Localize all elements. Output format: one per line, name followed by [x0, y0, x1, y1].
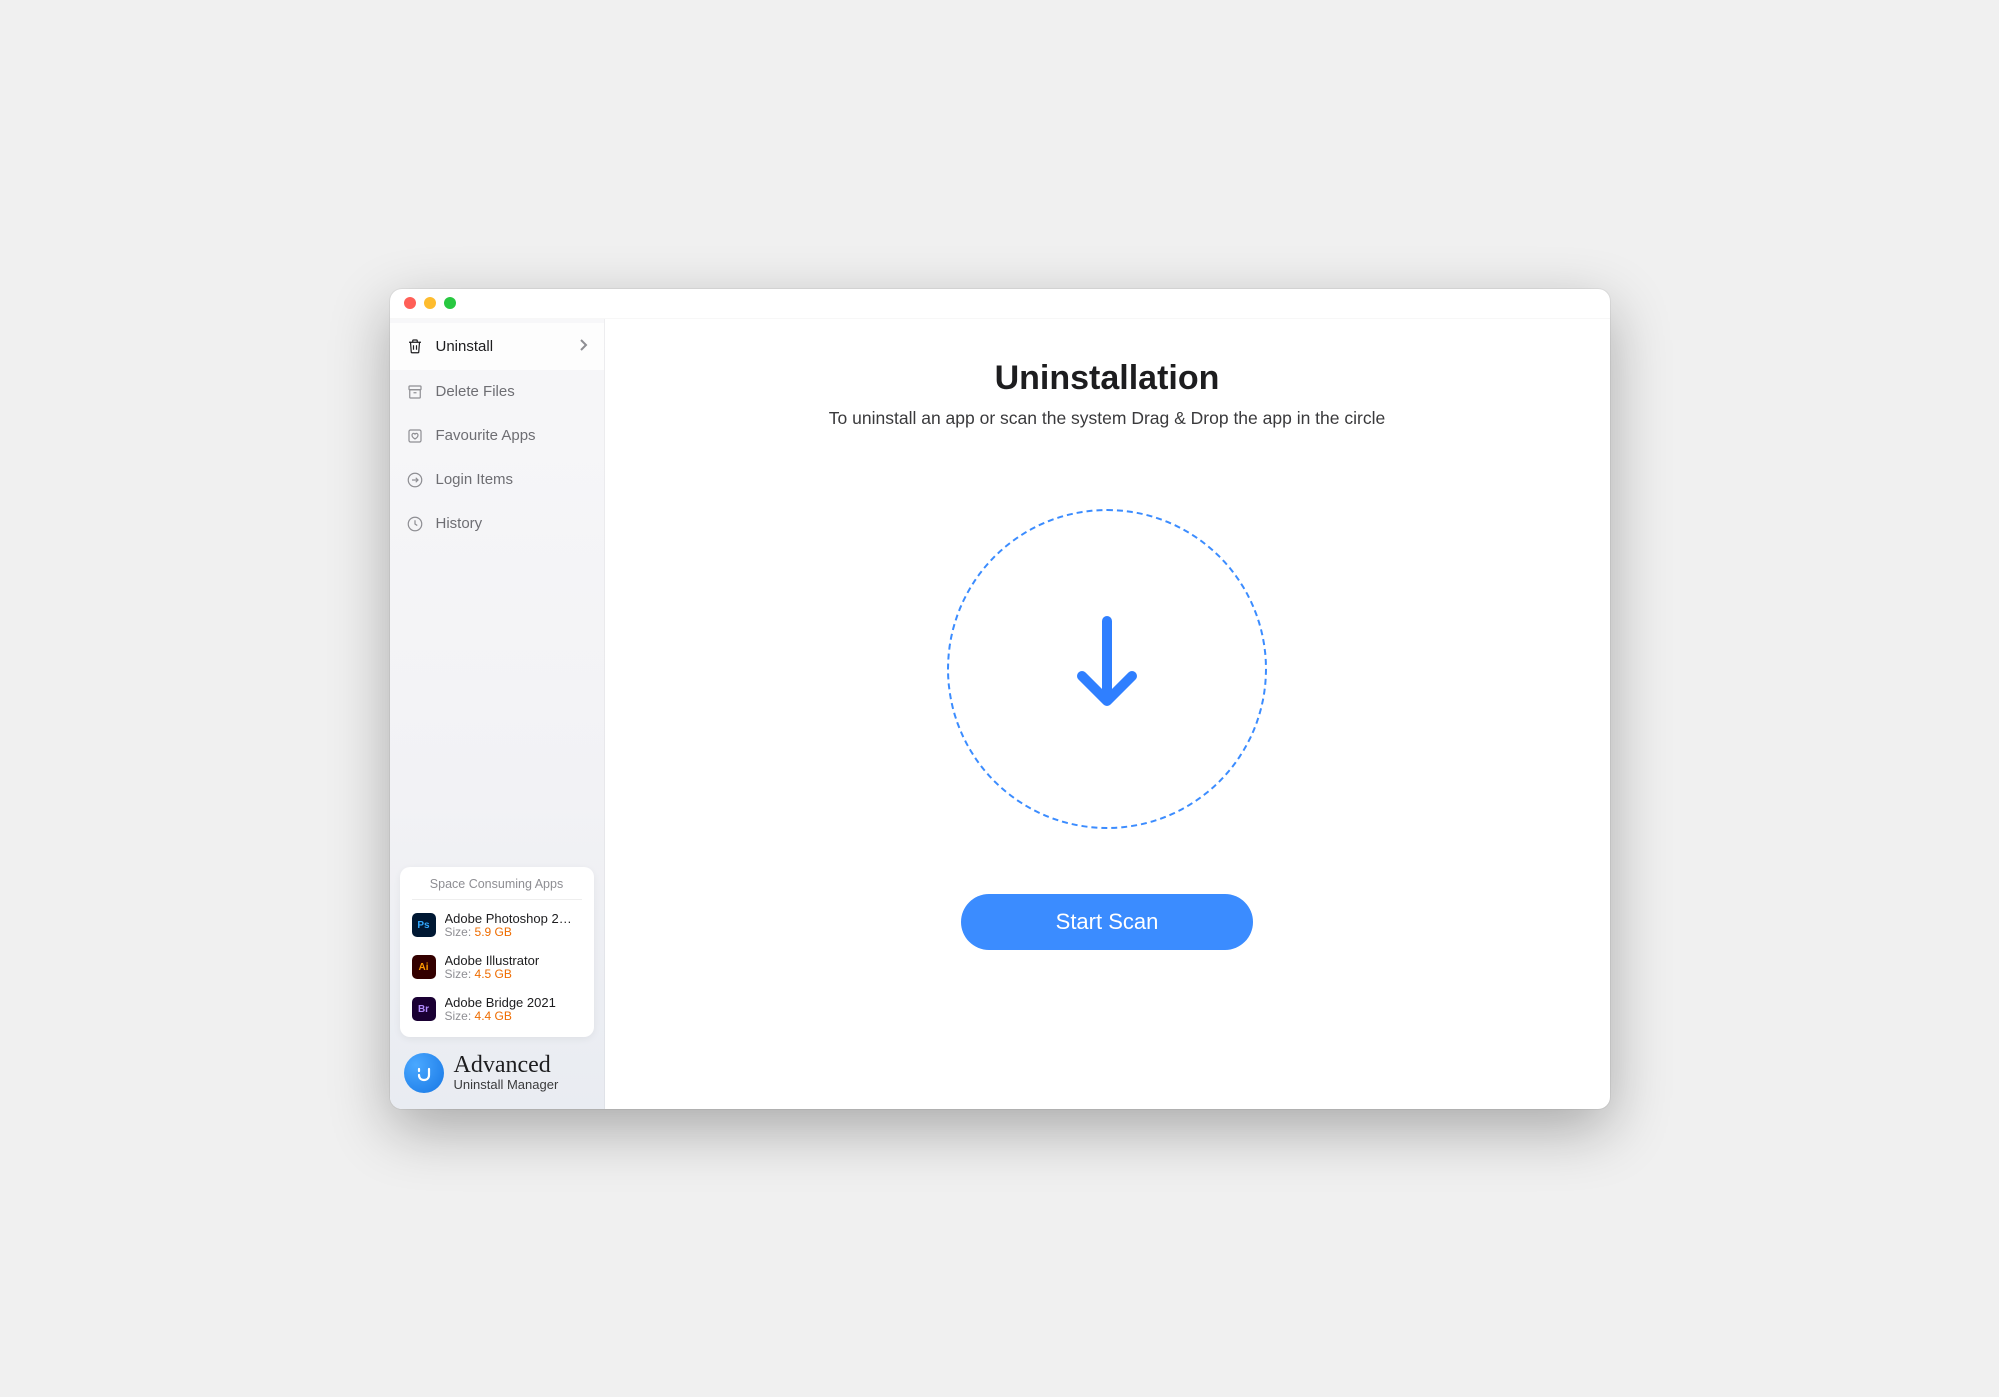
app-row-photoshop[interactable]: Ps Adobe Photoshop 2… Size: 5.9 GB: [412, 904, 582, 946]
arrow-down-icon: [1067, 611, 1147, 726]
app-name: Adobe Photoshop 2…: [445, 911, 582, 926]
brand-main: Advanced: [454, 1053, 559, 1078]
app-size: Size: 4.4 GB: [445, 1010, 582, 1023]
card-title: Space Consuming Apps: [412, 877, 582, 900]
trash-icon: [406, 337, 424, 355]
sidebar-item-label: Delete Files: [436, 383, 588, 400]
sidebar-nav: Uninstall Delete Files: [390, 319, 604, 550]
app-info: Adobe Photoshop 2… Size: 5.9 GB: [445, 911, 582, 939]
sidebar-item-label: Favourite Apps: [436, 427, 588, 444]
page-title: Uninstallation: [995, 359, 1220, 398]
drop-zone[interactable]: [947, 509, 1267, 829]
space-consuming-card: Space Consuming Apps Ps Adobe Photoshop …: [400, 867, 594, 1037]
chevron-right-icon: [578, 336, 588, 357]
start-scan-button[interactable]: Start Scan: [961, 894, 1254, 950]
sidebar-item-uninstall[interactable]: Uninstall: [390, 323, 604, 370]
brand-logo-icon: [404, 1053, 444, 1093]
app-size: Size: 5.9 GB: [445, 926, 582, 939]
login-arrow-icon: [406, 471, 424, 489]
archive-icon: [406, 383, 424, 401]
titlebar: [390, 289, 1610, 319]
sidebar-item-label: Login Items: [436, 471, 588, 488]
sidebar-item-label: History: [436, 515, 588, 532]
app-size: Size: 4.5 GB: [445, 968, 582, 981]
heart-box-icon: [406, 427, 424, 445]
app-info: Adobe Bridge 2021 Size: 4.4 GB: [445, 995, 582, 1023]
branding: Advanced Uninstall Manager: [390, 1043, 604, 1109]
app-info: Adobe Illustrator Size: 4.5 GB: [445, 953, 582, 981]
close-button[interactable]: [404, 297, 416, 309]
minimize-button[interactable]: [424, 297, 436, 309]
maximize-button[interactable]: [444, 297, 456, 309]
page-subtitle: To uninstall an app or scan the system D…: [829, 408, 1385, 429]
window-body: Uninstall Delete Files: [390, 319, 1610, 1109]
app-row-illustrator[interactable]: Ai Adobe Illustrator Size: 4.5 GB: [412, 946, 582, 988]
brand-text: Advanced Uninstall Manager: [454, 1053, 559, 1092]
sidebar-item-login-items[interactable]: Login Items: [390, 458, 604, 502]
sidebar-item-label: Uninstall: [436, 338, 566, 355]
app-name: Adobe Illustrator: [445, 953, 582, 968]
app-row-bridge[interactable]: Br Adobe Bridge 2021 Size: 4.4 GB: [412, 988, 582, 1030]
sidebar: Uninstall Delete Files: [390, 319, 605, 1109]
clock-icon: [406, 515, 424, 533]
sidebar-item-favourite-apps[interactable]: Favourite Apps: [390, 414, 604, 458]
app-icon: Ps: [412, 913, 436, 937]
sidebar-item-delete-files[interactable]: Delete Files: [390, 370, 604, 414]
app-name: Adobe Bridge 2021: [445, 995, 582, 1010]
brand-sub: Uninstall Manager: [454, 1078, 559, 1092]
app-window: Uninstall Delete Files: [390, 289, 1610, 1109]
main-panel: Uninstallation To uninstall an app or sc…: [605, 319, 1610, 1109]
sidebar-item-history[interactable]: History: [390, 502, 604, 546]
app-icon: Br: [412, 997, 436, 1021]
app-icon: Ai: [412, 955, 436, 979]
